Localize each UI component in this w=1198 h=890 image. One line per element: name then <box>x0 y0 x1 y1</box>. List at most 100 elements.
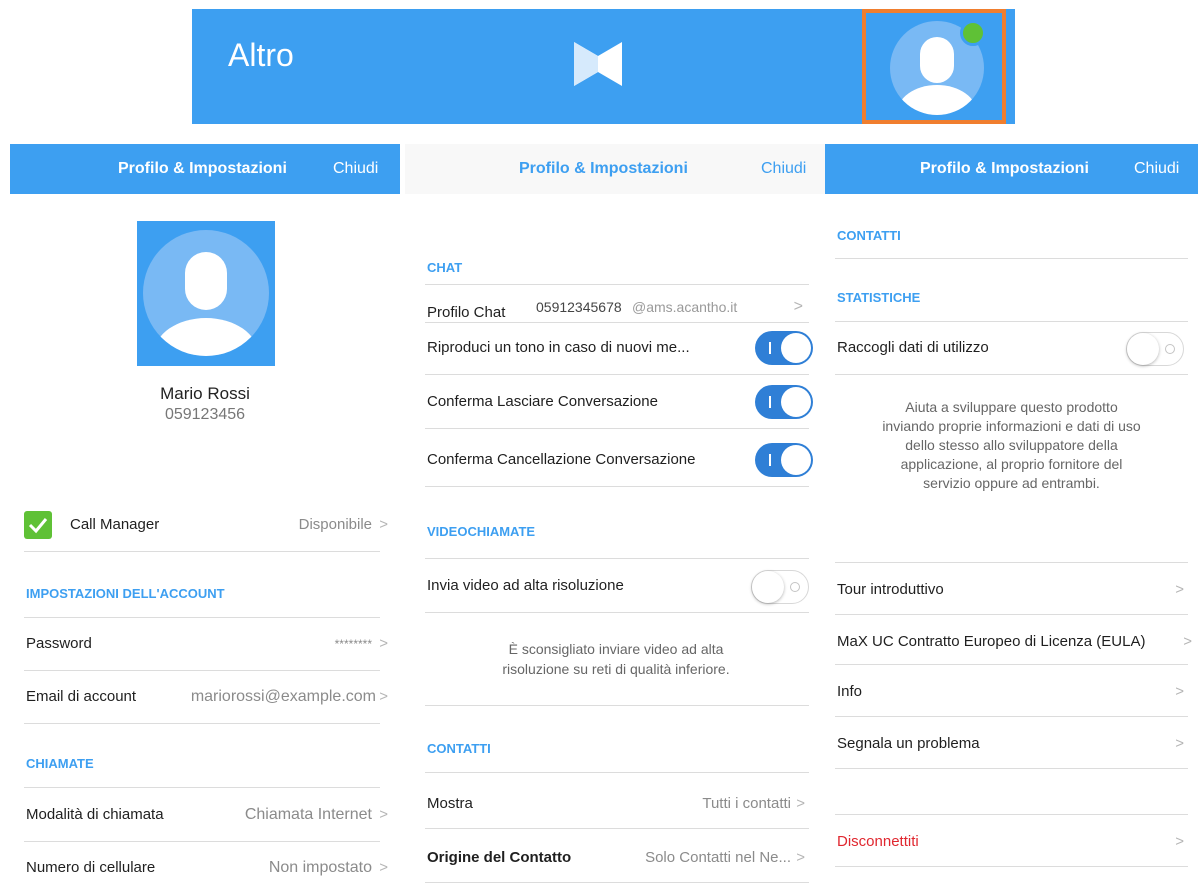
mobile-number-row[interactable]: Numero di cellulare Non impostato > <box>10 842 400 890</box>
toggle-switch-off[interactable] <box>751 570 809 604</box>
divider <box>425 374 809 375</box>
tour-label: Tour introduttivo <box>837 581 944 598</box>
chevron-right-icon: > <box>379 859 388 876</box>
chevron-right-icon: > <box>1175 581 1184 598</box>
video-note-line2: risoluzione su reti di qualità inferiore… <box>502 661 730 677</box>
chevron-right-icon: > <box>1175 735 1184 752</box>
toggle-row-confirm-leave[interactable]: Conferma Lasciare Conversazione <box>405 376 827 428</box>
divider <box>425 705 809 706</box>
nav-title: Profilo & Impostazioni <box>118 160 287 177</box>
divider <box>24 723 380 724</box>
show-contacts-value: Tutti i contatti <box>702 795 791 812</box>
chevron-right-icon: > <box>379 806 388 823</box>
collect-usage-row[interactable]: Raccogli dati di utilizzo <box>825 322 1198 374</box>
show-contacts-row[interactable]: Mostra Tutti i contatti > <box>405 778 827 830</box>
presence-status-dot <box>960 20 986 46</box>
divider <box>425 882 809 883</box>
toggle-row-confirm-delete[interactable]: Conferma Cancellazione Conversazione <box>405 434 827 486</box>
divider <box>835 258 1188 259</box>
toggle-row-new-message-tone[interactable]: Riproduci un tono in caso di nuovi me... <box>405 322 827 374</box>
divider <box>425 486 809 487</box>
call-mode-row[interactable]: Modalità di chiamata Chiamata Internet > <box>10 789 400 841</box>
contact-origin-label: Origine del Contatto <box>427 849 572 866</box>
call-mode-label: Modalità di chiamata <box>26 806 164 823</box>
eula-row[interactable]: MaX UC Contratto Europeo di Licenza (EUL… <box>825 616 1198 668</box>
chevron-right-icon: > <box>1175 833 1184 850</box>
divider <box>425 828 809 829</box>
close-button[interactable]: Chiudi <box>761 160 806 178</box>
password-row[interactable]: Password ******** > <box>10 618 400 670</box>
usage-note-line2: inviando proprie informazioni e dati di … <box>882 418 1141 434</box>
profile-photo[interactable] <box>137 221 275 366</box>
chevron-right-icon: > <box>379 635 388 652</box>
usage-note-line5: servizio oppure ad entrambi. <box>923 475 1100 491</box>
user-name: Mario Rossi <box>160 384 250 403</box>
toggle-label: Riproduci un tono in caso di nuovi me... <box>427 339 690 356</box>
divider <box>835 374 1188 375</box>
close-button[interactable]: Chiudi <box>1134 160 1179 178</box>
chevron-right-icon: > <box>379 516 388 533</box>
logout-label: Disconnettiti <box>837 833 919 850</box>
contact-origin-value: Solo Contatti nel Ne... <box>645 849 791 866</box>
info-row[interactable]: Info > <box>825 666 1198 718</box>
usage-note-line4: applicazione, al proprio fornitore del <box>900 456 1123 472</box>
video-note-line1: È sconsigliato inviare video ad alta <box>508 641 724 657</box>
profile-panel: Profilo & Impostazioni Chiudi Mario Ross… <box>10 144 400 890</box>
chevron-right-icon: > <box>796 795 805 812</box>
close-button[interactable]: Chiudi <box>333 160 378 178</box>
usage-note-line1: Aiuta a sviluppare questo prodotto <box>905 399 1118 415</box>
report-problem-label: Segnala un problema <box>837 735 980 752</box>
divider <box>425 772 809 773</box>
password-label: Password <box>26 635 92 652</box>
logout-row[interactable]: Disconnettiti > <box>825 816 1198 868</box>
call-manager-row[interactable]: Call Manager Disponibile > <box>10 499 400 551</box>
hd-video-label: Invia video ad alta risoluzione <box>427 577 624 594</box>
nav-title: Profilo & Impostazioni <box>920 160 1089 177</box>
divider <box>835 614 1188 615</box>
divider <box>835 814 1188 815</box>
section-contacts: CONTATTI <box>837 228 901 243</box>
settings-panel: Profilo & Impostazioni Chiudi CHAT Profi… <box>405 144 827 890</box>
contact-origin-row[interactable]: Origine del Contatto Solo Contatti nel N… <box>405 832 827 884</box>
report-problem-row[interactable]: Segnala un problema > <box>825 718 1198 770</box>
call-manager-label: Call Manager <box>70 516 160 533</box>
section-video-calls: VIDEOCHIAMATE <box>427 524 536 539</box>
page-title: Altro <box>228 37 294 73</box>
chevron-right-icon: > <box>379 688 388 705</box>
divider <box>24 787 380 788</box>
divider <box>835 866 1188 867</box>
hd-video-row[interactable]: Invia video ad alta risoluzione <box>405 560 827 612</box>
nav-title: Profilo & Impostazioni <box>519 160 688 177</box>
call-mode-value: Chiamata Internet <box>244 806 372 823</box>
email-label: Email di account <box>26 688 137 705</box>
section-calls: CHIAMATE <box>26 756 94 771</box>
toggle-switch-on[interactable] <box>755 385 813 419</box>
email-row[interactable]: Email di account mariorossi@example.com … <box>10 671 400 723</box>
section-account-settings: IMPOSTAZIONI DELL'ACCOUNT <box>26 586 225 601</box>
nav-bar: Profilo & Impostazioni Chiudi <box>10 144 400 194</box>
toggle-label: Conferma Lasciare Conversazione <box>427 393 658 410</box>
section-contacts: CONTATTI <box>427 741 491 756</box>
mobile-number-value: Non impostato <box>268 859 372 876</box>
call-manager-value: Disponibile <box>298 516 372 533</box>
toggle-switch-on[interactable] <box>755 331 813 365</box>
chevron-right-icon: > <box>1175 683 1184 700</box>
divider <box>425 612 809 613</box>
password-value: ******** <box>334 637 372 651</box>
tour-row[interactable]: Tour introduttivo > <box>825 564 1198 616</box>
user-number: 059123456 <box>164 406 246 423</box>
eula-label: MaX UC Contratto Europeo di Licenza (EUL… <box>837 633 1146 650</box>
checkbox-checked-icon[interactable] <box>24 511 52 539</box>
divider <box>24 551 380 552</box>
nav-bar: Profilo & Impostazioni Chiudi <box>405 144 827 194</box>
section-statistics: STATISTICHE <box>837 290 921 305</box>
toggle-switch-on[interactable] <box>755 443 813 477</box>
usage-note-line3: dello stesso allo sviluppatore della <box>905 437 1118 453</box>
email-value: mariorossi@example.com <box>190 688 376 705</box>
toggle-label: Conferma Cancellazione Conversazione <box>427 451 696 468</box>
info-label: Info <box>837 683 863 700</box>
chevron-right-icon: > <box>796 849 805 866</box>
toggle-switch-off[interactable] <box>1126 332 1184 366</box>
divider <box>425 428 809 429</box>
profile-avatar-button[interactable] <box>862 9 1006 124</box>
